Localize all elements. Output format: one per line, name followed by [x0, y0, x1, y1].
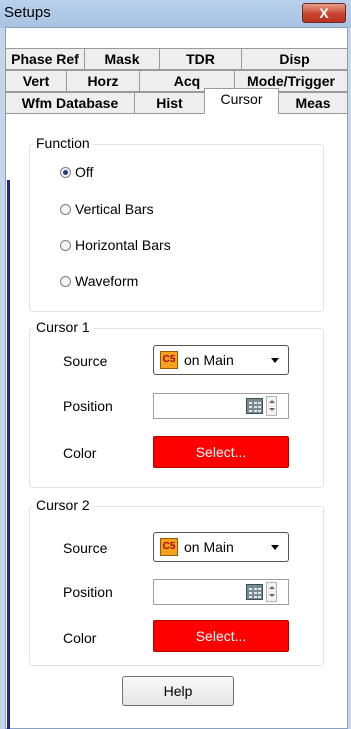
radio-off[interactable]: Off	[60, 164, 93, 180]
calculator-icon[interactable]	[246, 398, 263, 414]
spinner-icon[interactable]	[266, 582, 277, 602]
cursor1-source-value: on Main	[184, 352, 234, 368]
radio-vertical-bars[interactable]: Vertical Bars	[60, 201, 154, 217]
tab-phase-ref[interactable]: Phase Ref	[5, 48, 85, 70]
cursor2-position-label: Position	[63, 584, 113, 600]
tab-meas[interactable]: Meas	[278, 92, 348, 114]
tab-vert[interactable]: Vert	[5, 70, 67, 92]
radio-selected-icon	[60, 167, 71, 178]
channel-badge: C5	[160, 351, 178, 369]
cursor2-label: Cursor 2	[33, 497, 93, 513]
help-button[interactable]: Help	[122, 676, 234, 706]
tab-wfm-database[interactable]: Wfm Database	[5, 92, 135, 114]
radio-off-label: Off	[75, 164, 94, 180]
scrollbar[interactable]	[7, 180, 10, 729]
cursor1-position-label: Position	[63, 398, 113, 414]
radio-vertical-bars-label: Vertical Bars	[75, 201, 154, 217]
calculator-icon[interactable]	[246, 584, 263, 600]
close-button[interactable]: X	[302, 3, 346, 23]
cursor1-label: Cursor 1	[33, 319, 93, 335]
cursor1-color-select-button[interactable]: Select...	[153, 436, 289, 468]
cursor2-source-label: Source	[63, 540, 108, 556]
cursor1-position-field[interactable]	[153, 393, 289, 419]
close-icon: X	[319, 5, 329, 21]
cursor2-color-select-button[interactable]: Select...	[153, 620, 289, 652]
cursor1-source-label: Source	[63, 353, 108, 369]
radio-icon	[60, 276, 71, 287]
radio-icon	[60, 240, 71, 251]
radio-horizontal-bars-label: Horizontal Bars	[75, 237, 171, 253]
tab-horz[interactable]: Horz	[66, 70, 140, 92]
window-title: Setups	[4, 4, 51, 21]
function-label: Function	[33, 135, 93, 151]
tab-hist[interactable]: Hist	[134, 92, 205, 114]
chevron-down-icon	[271, 358, 279, 363]
chevron-down-icon	[271, 545, 279, 550]
radio-horizontal-bars[interactable]: Horizontal Bars	[60, 237, 171, 253]
cursor2-position-field[interactable]	[153, 579, 289, 605]
tab-cursor[interactable]: Cursor	[204, 88, 279, 114]
cursor1-color-label: Color	[63, 445, 97, 461]
tab-disp[interactable]: Disp	[241, 48, 348, 70]
tab-tdr[interactable]: TDR	[159, 48, 242, 70]
spinner-icon[interactable]	[266, 396, 277, 416]
cursor2-source-dropdown[interactable]: C5 on Main	[153, 532, 289, 562]
radio-waveform[interactable]: Waveform	[60, 273, 138, 289]
radio-waveform-label: Waveform	[75, 273, 139, 289]
cursor2-source-value: on Main	[184, 539, 234, 555]
cursor1-source-dropdown[interactable]: C5 on Main	[153, 345, 289, 375]
cursor2-color-label: Color	[63, 630, 97, 646]
channel-badge: C5	[160, 538, 178, 556]
tab-mask[interactable]: Mask	[84, 48, 160, 70]
title-bar: Setups X	[0, 0, 351, 28]
radio-icon	[60, 204, 71, 215]
